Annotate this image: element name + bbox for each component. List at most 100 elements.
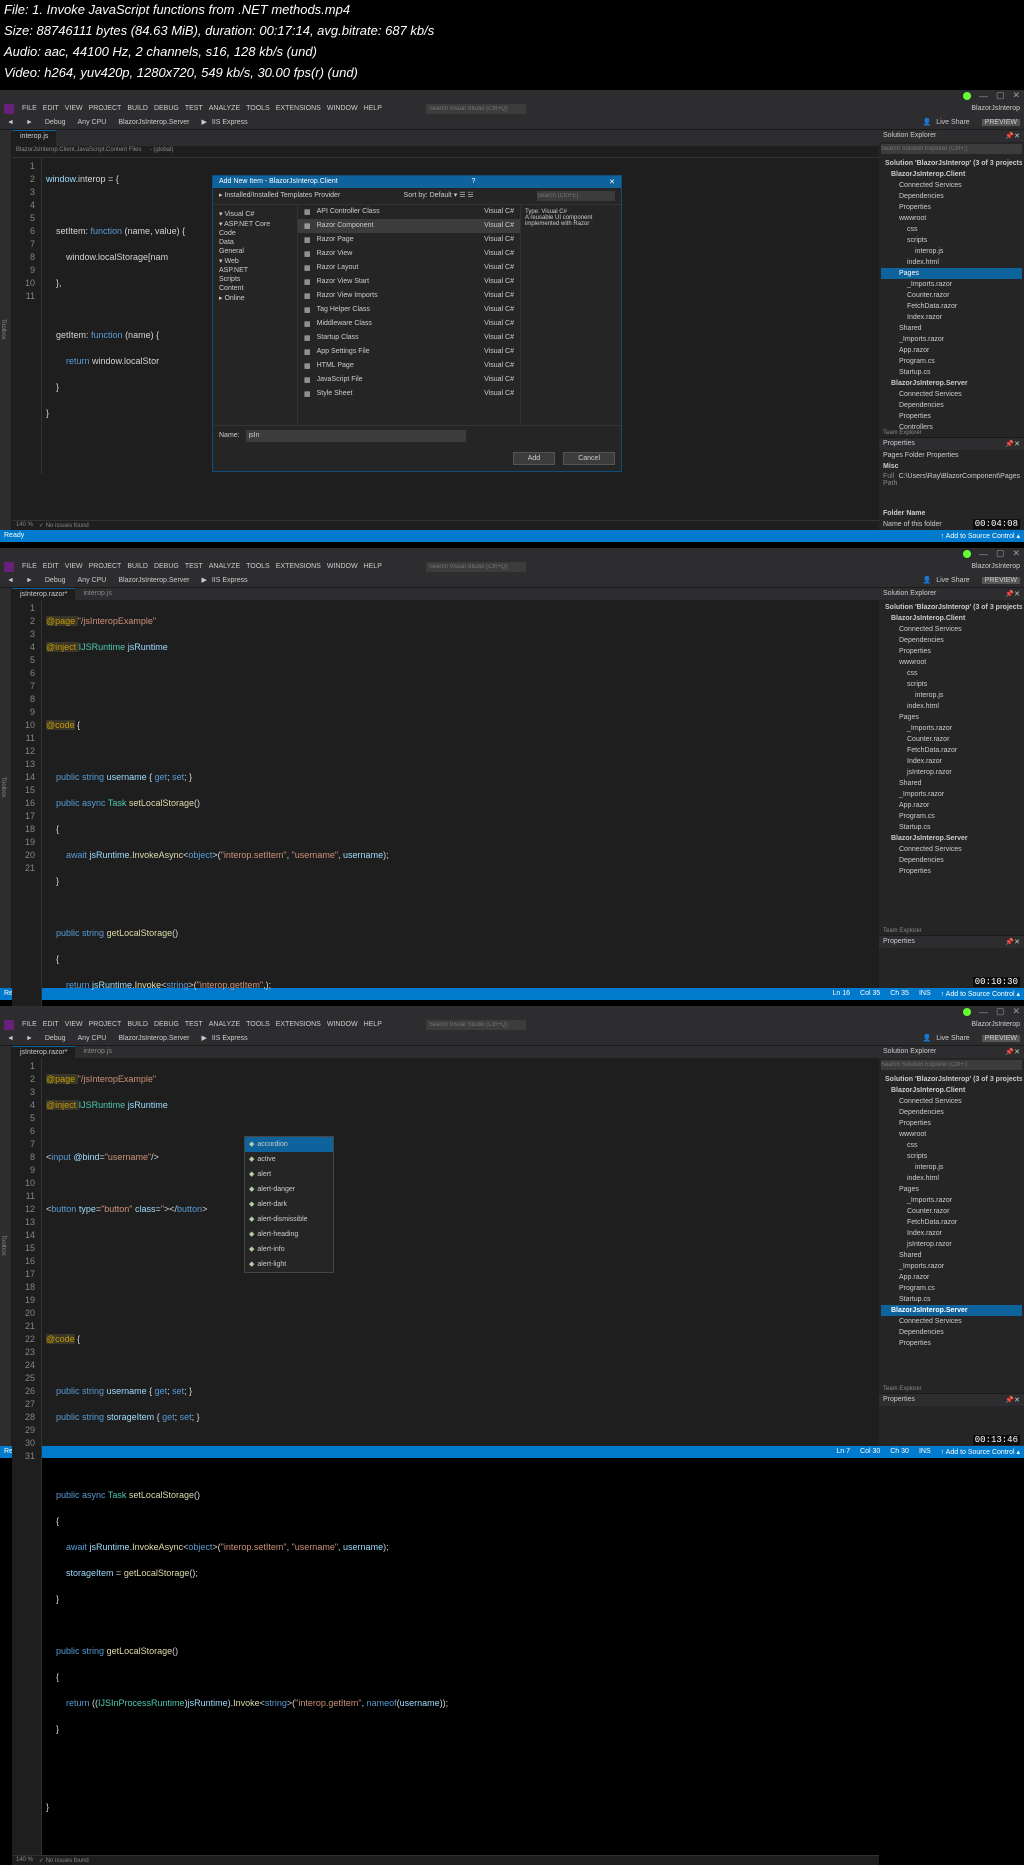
template-item[interactable]: ▦Razor View ImportsVisual C#	[298, 289, 520, 303]
tree-node[interactable]: _Imports.razor	[881, 1195, 1022, 1206]
tree-node[interactable]: BlazorJsInterop.Client	[881, 613, 1022, 624]
completion-item[interactable]: ◆alert-heading	[245, 1227, 333, 1242]
menu-tools[interactable]: TOOLS	[246, 563, 270, 570]
tree-node[interactable]: _Imports.razor	[881, 279, 1022, 290]
tree-node[interactable]: Properties	[881, 411, 1022, 422]
completion-item[interactable]: ◆alert	[245, 1167, 333, 1182]
menu-edit[interactable]: EDIT	[43, 1021, 59, 1028]
menu-edit[interactable]: EDIT	[43, 105, 59, 112]
menu-window[interactable]: WINDOW	[327, 105, 358, 112]
tree-node[interactable]: css	[881, 224, 1022, 235]
tree-node[interactable]: Connected Services	[881, 1316, 1022, 1327]
menu-help[interactable]: HELP	[364, 1021, 382, 1028]
nav-back-icon[interactable]: ◄	[4, 1035, 17, 1042]
category-item[interactable]: General	[215, 247, 295, 256]
menu-test[interactable]: TEST	[185, 563, 203, 570]
completion-item[interactable]: ◆alert-danger	[245, 1182, 333, 1197]
minimize-button[interactable]: —	[979, 91, 988, 101]
tree-node[interactable]: Connected Services	[881, 1096, 1022, 1107]
tree-node[interactable]: FetchData.razor	[881, 1217, 1022, 1228]
debug-config[interactable]: Debug	[42, 119, 69, 126]
template-item[interactable]: ▦Razor ComponentVisual C#	[298, 219, 520, 233]
tree-node[interactable]: App.razor	[881, 345, 1022, 356]
maximize-button[interactable]: ▢	[996, 1006, 1005, 1017]
tree-node[interactable]: _Imports.razor	[881, 1261, 1022, 1272]
template-item[interactable]: ▦Razor View StartVisual C#	[298, 275, 520, 289]
menu-test[interactable]: TEST	[185, 105, 203, 112]
close-button[interactable]: ✕	[1012, 548, 1020, 559]
menu-extensions[interactable]: EXTENSIONS	[276, 105, 321, 112]
category-item[interactable]: Code	[215, 229, 295, 238]
menu-file[interactable]: FILE	[22, 1021, 37, 1028]
solution-search-input[interactable]	[881, 144, 1022, 154]
menu-file[interactable]: FILE	[22, 105, 37, 112]
tree-node[interactable]: BlazorJsInterop.Client	[881, 1085, 1022, 1096]
template-item[interactable]: ▦Razor LayoutVisual C#	[298, 261, 520, 275]
menu-tools[interactable]: TOOLS	[246, 105, 270, 112]
tab-jsinterop-razor[interactable]: jsInterop.razor*	[12, 1046, 75, 1058]
tab-interop-js[interactable]: interop.js	[75, 1046, 119, 1058]
error-strip[interactable]: 140 %✓ No issues found	[12, 520, 879, 530]
tree-node[interactable]: Counter.razor	[881, 290, 1022, 301]
error-strip[interactable]: 140 %✓ No issues found	[12, 1855, 879, 1865]
menu-help[interactable]: HELP	[364, 105, 382, 112]
template-item[interactable]: ▦Tag Helper ClassVisual C#	[298, 303, 520, 317]
close-button[interactable]: ✕	[1012, 90, 1020, 101]
nav-fwd-icon[interactable]: ►	[23, 577, 36, 584]
add-button[interactable]: Add	[513, 452, 555, 465]
tree-node[interactable]: interop.js	[881, 690, 1022, 701]
tree-node[interactable]: Connected Services	[881, 180, 1022, 191]
team-explorer-tab[interactable]: Team Explorer	[883, 1386, 922, 1392]
tree-node[interactable]: Index.razor	[881, 312, 1022, 323]
tab-interop-js[interactable]: interop.js	[75, 588, 119, 600]
template-item[interactable]: ▦API Controller ClassVisual C#	[298, 205, 520, 219]
category-item[interactable]: Data	[215, 238, 295, 247]
tree-node[interactable]: Startup.cs	[881, 367, 1022, 378]
tree-node[interactable]: Program.cs	[881, 811, 1022, 822]
completion-item[interactable]: ◆alert-light	[245, 1257, 333, 1272]
breadcrumb[interactable]: BlazorJsInterop.Client.JavaScript.Conten…	[12, 146, 879, 158]
nav-back-icon[interactable]: ◄	[4, 577, 17, 584]
category-item[interactable]: ▾ ASP.NET Core	[215, 219, 295, 229]
menu-extensions[interactable]: EXTENSIONS	[276, 1021, 321, 1028]
sort-dropdown[interactable]: Default	[430, 192, 452, 199]
dialog-search[interactable]	[537, 191, 615, 201]
tree-node[interactable]: jsInterop.razor	[881, 1239, 1022, 1250]
team-explorer-tab[interactable]: Team Explorer	[883, 430, 922, 436]
tree-node[interactable]: Index.razor	[881, 756, 1022, 767]
tree-node[interactable]: Solution 'BlazorJsInterop' (3 of 3 proje…	[881, 158, 1022, 169]
menu-window[interactable]: WINDOW	[327, 563, 358, 570]
source-control-button[interactable]: ↑ Add to Source Control ▴	[941, 990, 1020, 998]
team-explorer-tab[interactable]: Team Explorer	[883, 928, 922, 934]
tree-node[interactable]: jsInterop.razor	[881, 767, 1022, 778]
menu-view[interactable]: VIEW	[65, 105, 83, 112]
tree-node[interactable]: Properties	[881, 202, 1022, 213]
tree-node[interactable]: Pages	[881, 712, 1022, 723]
debug-config[interactable]: Debug	[42, 1035, 69, 1042]
category-item[interactable]: ▾ Visual C#	[215, 209, 295, 219]
menu-analyze[interactable]: ANALYZE	[209, 563, 240, 570]
tree-node[interactable]: Dependencies	[881, 635, 1022, 646]
tree-node[interactable]: Pages	[881, 1184, 1022, 1195]
tree-node[interactable]: css	[881, 1140, 1022, 1151]
maximize-button[interactable]: ▢	[996, 90, 1005, 101]
tree-node[interactable]: Properties	[881, 866, 1022, 877]
source-control-button[interactable]: ↑ Add to Source Control ▴	[941, 1448, 1020, 1456]
completion-item[interactable]: ◆alert-info	[245, 1242, 333, 1257]
menu-debug[interactable]: DEBUG	[154, 563, 179, 570]
tree-node[interactable]: Controllers	[881, 422, 1022, 429]
startup-project[interactable]: BlazorJsInterop.Server	[115, 119, 192, 126]
tree-node[interactable]: Startup.cs	[881, 1294, 1022, 1305]
solution-tree[interactable]: Solution 'BlazorJsInterop' (3 of 3 proje…	[879, 600, 1024, 927]
nav-fwd-icon[interactable]: ►	[23, 1035, 36, 1042]
maximize-button[interactable]: ▢	[996, 548, 1005, 559]
completion-item[interactable]: ◆alert-dark	[245, 1197, 333, 1212]
tree-node[interactable]: Solution 'BlazorJsInterop' (3 of 3 proje…	[881, 1074, 1022, 1085]
live-share-button[interactable]: 👤 Live Share	[920, 1034, 976, 1042]
tree-node[interactable]: Dependencies	[881, 1107, 1022, 1118]
tree-node[interactable]: wwwroot	[881, 213, 1022, 224]
tree-node[interactable]: App.razor	[881, 1272, 1022, 1283]
dialog-help-icon[interactable]: ?	[471, 178, 475, 186]
menu-edit[interactable]: EDIT	[43, 563, 59, 570]
menu-debug[interactable]: DEBUG	[154, 1021, 179, 1028]
